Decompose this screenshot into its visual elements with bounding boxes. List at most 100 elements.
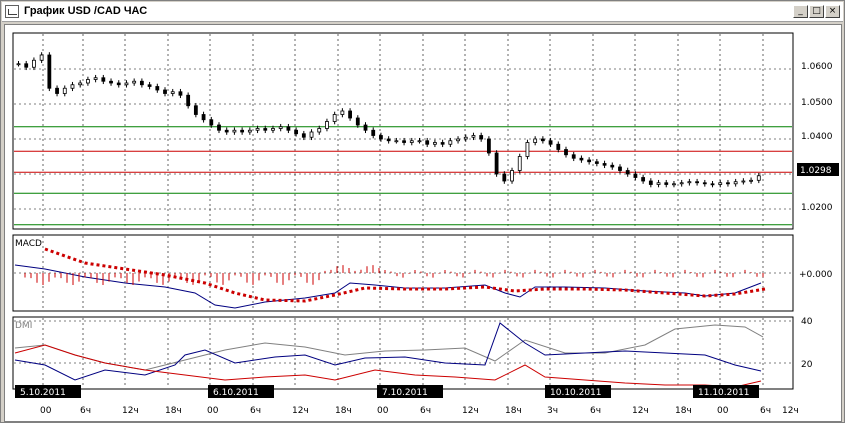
candle-body <box>702 182 707 185</box>
candle-body <box>178 91 183 96</box>
date-label: 6.10.2011 <box>208 385 274 398</box>
candle-body <box>386 138 391 142</box>
price-tick-5: 1.0200 <box>801 203 833 213</box>
candle-body <box>594 161 599 164</box>
candle-body <box>55 87 59 94</box>
candle-body <box>139 80 144 86</box>
candle-body <box>579 157 584 161</box>
time-tick: 18ч <box>505 406 522 416</box>
candle-body <box>394 140 399 143</box>
candle-body <box>62 87 67 94</box>
candle-body <box>232 129 237 133</box>
candle-body <box>39 54 44 61</box>
candle-body <box>633 173 638 178</box>
candle-body <box>741 180 746 183</box>
candle-body <box>656 182 661 185</box>
chart-window: График USD /CAD ЧАС _ □ × 1.0600 1.0500 … <box>0 0 845 423</box>
candle-body <box>571 154 576 159</box>
current-price-label: 1.0298 <box>800 166 832 176</box>
candle-body <box>502 173 507 182</box>
candle-body <box>355 117 360 126</box>
candle-body <box>379 135 383 140</box>
candle-body <box>648 180 653 185</box>
candle-body <box>309 131 314 138</box>
candle-body <box>679 182 684 185</box>
chart-area[interactable]: 1.0600 1.0500 1.0400 1.0298 1.0200 MACD … <box>4 24 842 422</box>
candle-body <box>625 170 630 175</box>
candle-body <box>170 91 175 94</box>
candle-body <box>486 138 491 154</box>
candle-body <box>533 138 538 143</box>
dmi-tick-20: 20 <box>801 360 813 370</box>
macd-label: MACD <box>15 239 42 249</box>
candle-body <box>479 135 484 140</box>
dmi-tick-40: 40 <box>801 317 813 327</box>
candle-body <box>348 110 352 119</box>
minimize-button[interactable]: _ <box>793 5 808 18</box>
title-bar[interactable]: График USD /CAD ЧАС _ □ × <box>2 2 843 22</box>
candle-body <box>24 63 29 68</box>
macd-zero-label: +0.000 <box>799 270 833 280</box>
candle-body <box>224 129 229 133</box>
candle-body <box>456 138 460 142</box>
candle-body <box>163 89 167 94</box>
time-tick: 12ч <box>632 406 649 416</box>
candle-body <box>78 82 83 86</box>
time-tick: 00 <box>377 406 389 416</box>
candle-body <box>70 84 75 89</box>
candle-body <box>710 183 715 186</box>
candle-body <box>510 170 514 182</box>
candle-body <box>217 124 221 131</box>
candle-body <box>32 59 36 68</box>
time-tick: 6ч <box>760 406 771 416</box>
date-label: 10.10.2011 <box>545 385 611 398</box>
candle-body <box>540 138 545 142</box>
candle-body <box>417 140 422 143</box>
candle-body <box>440 142 445 145</box>
dmi-panel <box>12 316 794 390</box>
candle-body <box>687 181 692 184</box>
date-label: 7.10.2011 <box>377 385 443 398</box>
date-label: 5.10.2011 <box>15 385 81 398</box>
time-tick: 18ч <box>165 406 182 416</box>
chart-canvas[interactable]: 1.0600 1.0500 1.0400 1.0298 1.0200 MACD … <box>5 25 841 421</box>
time-tick: 12ч <box>782 406 799 416</box>
candle-body <box>286 126 291 131</box>
date-label-text: 5.10.2011 <box>20 388 66 398</box>
chart-app-icon <box>5 5 19 18</box>
candle-body <box>93 77 98 80</box>
price-panel <box>12 32 794 230</box>
time-tick: 12ч <box>292 406 309 416</box>
time-tick: 00 <box>717 406 729 416</box>
candle-body <box>201 114 206 121</box>
candle-body <box>517 156 522 171</box>
candle-body <box>733 181 738 185</box>
candle-body <box>718 182 723 185</box>
maximize-button[interactable]: □ <box>809 5 824 18</box>
time-tick: 12ч <box>462 406 479 416</box>
candle-body <box>494 152 499 175</box>
candle-body <box>340 110 345 115</box>
price-tick-3: 1.0400 <box>801 132 833 142</box>
candle-body <box>587 159 592 163</box>
candle-body <box>271 128 275 131</box>
price-tick-2: 1.0500 <box>801 98 833 108</box>
close-button[interactable]: × <box>825 5 840 18</box>
time-tick: 18ч <box>335 406 352 416</box>
time-tick: 3ч <box>547 406 558 416</box>
date-label-text: 11.10.2011 <box>698 388 750 398</box>
date-label-text: 10.10.2011 <box>550 388 602 398</box>
time-tick: 6ч <box>420 406 431 416</box>
time-tick: 18ч <box>675 406 692 416</box>
candle-body <box>132 80 137 84</box>
candle-body <box>278 126 283 129</box>
candle-body <box>363 124 368 131</box>
candle-body <box>756 175 761 181</box>
candle-body <box>409 140 414 143</box>
candle-body <box>325 121 329 129</box>
time-tick: 00 <box>207 406 219 416</box>
date-label-text: 7.10.2011 <box>382 388 428 398</box>
time-tick: 6ч <box>590 406 601 416</box>
candle-body <box>317 128 322 133</box>
candle-body <box>726 182 730 185</box>
